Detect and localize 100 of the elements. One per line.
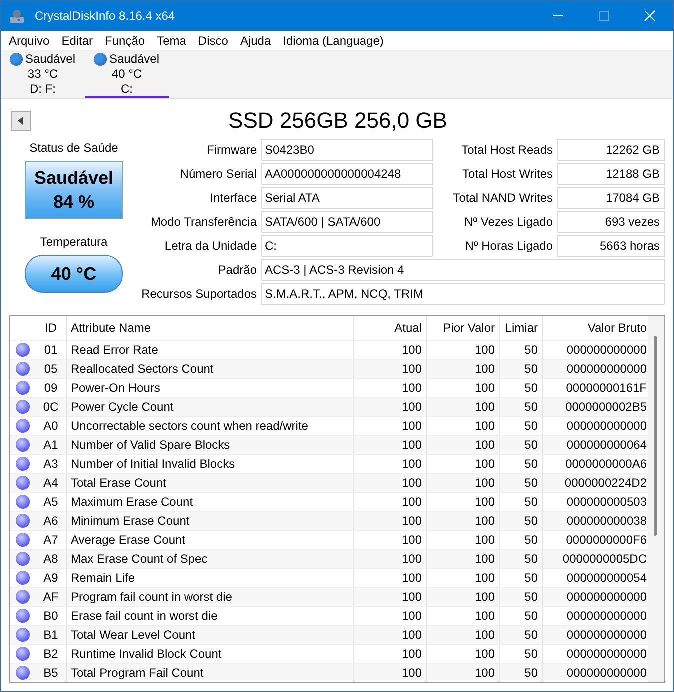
- table-cell: 100: [426, 436, 500, 454]
- field-label: Nº Horas Ligado: [464, 238, 554, 255]
- column-header[interactable]: Attribute Name: [66, 316, 354, 340]
- status-ball-icon: [16, 609, 30, 623]
- field-label: Recursos Suportados: [140, 286, 258, 303]
- table-cell: 100: [354, 550, 426, 568]
- table-cell: Total Program Fail Count: [66, 664, 354, 682]
- status-ball-icon: [16, 666, 30, 680]
- field-label: Número Serial: [179, 166, 258, 183]
- field-value: 5663 horas: [557, 235, 665, 257]
- table-cell: A4: [36, 474, 66, 492]
- field-label: Padrão: [217, 262, 258, 279]
- status-ball-icon: [16, 343, 30, 357]
- status-ball-icon: [16, 362, 30, 376]
- health-status-badge: Saudável 84 %: [25, 161, 123, 219]
- drive-tab[interactable]: Saudável 40 °C C:: [85, 50, 169, 98]
- table-cell: 50: [500, 474, 542, 492]
- table-cell: Power Cycle Count: [66, 398, 354, 416]
- menu-item[interactable]: Tema: [151, 34, 192, 48]
- status-ball-icon: [16, 419, 30, 433]
- table-cell: 50: [500, 550, 542, 568]
- field-label: Letra da Unidade: [164, 238, 258, 255]
- menu-item[interactable]: Arquivo: [3, 34, 56, 48]
- table-cell: 100: [354, 436, 426, 454]
- table-cell: 50: [500, 588, 542, 606]
- field-label: Nº Vezes Ligado: [464, 214, 554, 231]
- field-value: 12262 GB: [557, 139, 665, 161]
- table-cell: AF: [36, 588, 66, 606]
- table-cell: A1: [36, 436, 66, 454]
- table-cell: 50: [500, 398, 542, 416]
- status-ball-icon: [16, 400, 30, 414]
- table-cell: 50: [500, 512, 542, 530]
- drive-tab[interactable]: Saudável 33 °C D: F:: [1, 50, 85, 98]
- temperature-badge: 40 °C: [25, 255, 123, 293]
- field-value: S.M.A.R.T., APM, NCQ, TRIM: [261, 283, 665, 305]
- menu-item[interactable]: Idioma (Language): [277, 34, 390, 48]
- table-cell: 100: [426, 626, 500, 644]
- table-cell: 100: [354, 588, 426, 606]
- column-header[interactable]: Limiar: [500, 316, 542, 340]
- table-cell: Number of Valid Spare Blocks: [66, 436, 354, 454]
- field-label: Modo Transferência: [150, 214, 258, 231]
- scrollbar[interactable]: [648, 316, 664, 682]
- field-value: C:: [261, 235, 433, 257]
- table-cell: 50: [500, 664, 542, 682]
- table-cell: 100: [426, 512, 500, 530]
- table-cell: 100: [426, 588, 500, 606]
- status-ball-icon: [16, 628, 30, 642]
- disk-title: SSD 256GB 256,0 GB: [228, 108, 448, 134]
- field-value: 12188 GB: [557, 163, 665, 185]
- field-value: 693 vezes: [557, 211, 665, 233]
- table-cell: 100: [354, 360, 426, 378]
- table-cell: Total Erase Count: [66, 474, 354, 492]
- table-cell: 50: [500, 436, 542, 454]
- table-cell: 100: [354, 398, 426, 416]
- status-ball-icon: [16, 495, 30, 509]
- menu-item[interactable]: Disco: [192, 34, 234, 48]
- table-cell: B5: [36, 664, 66, 682]
- field-value: S0423B0: [261, 139, 433, 161]
- menu-item[interactable]: Ajuda: [234, 34, 278, 48]
- left-triangle-icon: [16, 116, 26, 126]
- table-cell: 100: [354, 474, 426, 492]
- status-ball-icon: [16, 381, 30, 395]
- status-ball-icon: [16, 476, 30, 490]
- table-cell: A8: [36, 550, 66, 568]
- table-cell: 100: [426, 474, 500, 492]
- window-title: CrystalDiskInfo 8.16.4 x64: [35, 9, 176, 23]
- status-ball-icon: [16, 438, 30, 452]
- field-value: ACS-3 | ACS-3 Revision 4: [261, 259, 665, 281]
- field-label: Firmware: [206, 142, 258, 159]
- table-cell: Max Erase Count of Spec: [66, 550, 354, 568]
- disk-icon: [9, 8, 25, 24]
- field-value: AA000000000000004248: [261, 163, 433, 185]
- table-cell: Reallocated Sectors Count: [66, 360, 354, 378]
- scroll-thumb[interactable]: [654, 336, 657, 536]
- table-cell: 50: [500, 626, 542, 644]
- menu-item[interactable]: Função: [99, 34, 152, 48]
- table-cell: 50: [500, 360, 542, 378]
- field-value: Serial ATA: [261, 187, 433, 209]
- field-label: Total Host Reads: [460, 142, 554, 159]
- table-cell: Minimum Erase Count: [66, 512, 354, 530]
- column-header[interactable]: ID: [36, 316, 66, 340]
- field-label: Total NAND Writes: [452, 190, 554, 207]
- table-cell: 100: [354, 512, 426, 530]
- table-cell: 100: [354, 664, 426, 682]
- status-ball-icon: [16, 533, 30, 547]
- table-cell: Total Wear Level Count: [66, 626, 354, 644]
- health-label: Status de Saúde: [30, 141, 118, 155]
- status-ball-icon: [16, 571, 30, 585]
- column-header[interactable]: Atual: [354, 316, 426, 340]
- field-value: SATA/600 | SATA/600: [261, 211, 433, 233]
- table-cell: A6: [36, 512, 66, 530]
- status-ball-icon: [16, 647, 30, 661]
- table-cell: B1: [36, 626, 66, 644]
- table-cell: 100: [426, 360, 500, 378]
- menu-item[interactable]: Editar: [56, 34, 100, 48]
- status-ball-icon: [16, 514, 30, 528]
- table-cell: 100: [354, 626, 426, 644]
- table-cell: 0C: [36, 398, 66, 416]
- previous-button[interactable]: [11, 111, 31, 131]
- column-header[interactable]: Pior Valor: [426, 316, 500, 340]
